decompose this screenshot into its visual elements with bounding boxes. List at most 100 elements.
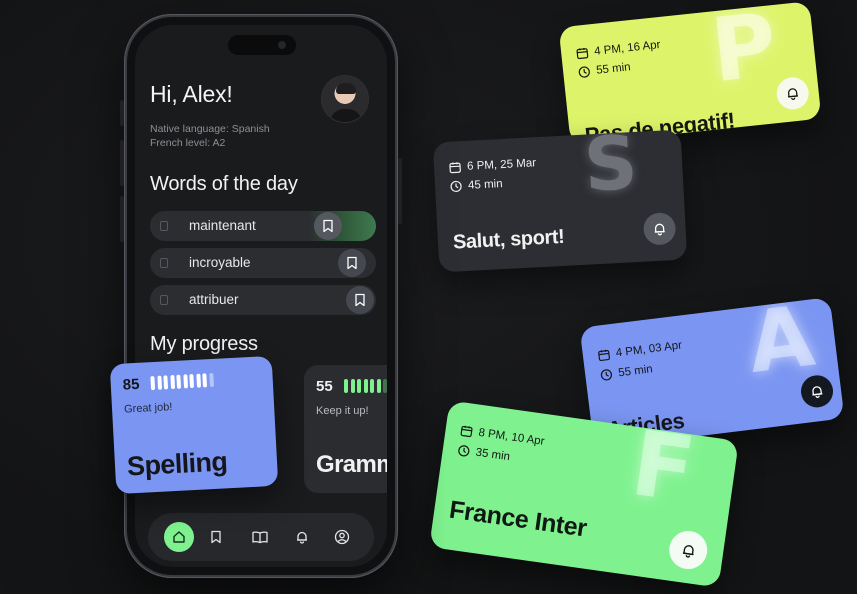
calendar-icon <box>460 424 474 438</box>
clock-icon <box>450 180 463 193</box>
greeting-title: Hi, Alex! <box>150 81 233 107</box>
letter-a-graphic: A <box>742 297 820 392</box>
bell-button[interactable] <box>775 75 811 111</box>
lesson-date-row: 4 PM, 16 Apr <box>576 39 661 60</box>
bell-icon <box>809 384 825 400</box>
letter-p-graphic: P <box>706 1 782 103</box>
progress-segment <box>202 373 208 388</box>
lesson-duration-row: 45 min <box>450 178 503 193</box>
words-section-title: Words of the day <box>150 173 298 195</box>
word-item[interactable]: maintenant <box>150 211 376 241</box>
lesson-title: France Inter <box>447 495 589 543</box>
lesson-card-salut-sport[interactable]: S 6 PM, 25 Mar 45 min Salut, sport! <box>432 129 688 273</box>
lesson-duration: 55 min <box>595 61 632 77</box>
word-item[interactable]: attribuer <box>150 285 376 315</box>
progress-segment <box>350 379 355 393</box>
bottom-nav <box>148 513 374 561</box>
progress-segment <box>156 375 162 390</box>
bookmark-button[interactable] <box>338 249 366 277</box>
checkbox-icon[interactable] <box>160 295 168 305</box>
letter-f-graphic: F <box>625 410 701 524</box>
canvas: A 4 PM, 03 Apr 55 min Articles P 4 PM, 1… <box>0 0 857 594</box>
progress-segment <box>163 375 169 390</box>
lesson-duration: 35 min <box>474 446 511 464</box>
bookmark-icon <box>354 293 366 307</box>
bookmark-icon <box>346 256 358 270</box>
progress-bar <box>150 372 214 391</box>
bell-icon <box>652 221 667 236</box>
checkbox-icon[interactable] <box>160 221 168 231</box>
progress-segment <box>383 379 387 393</box>
lesson-duration: 55 min <box>617 363 654 380</box>
progress-segment <box>182 374 188 389</box>
bookmark-button[interactable] <box>314 212 342 240</box>
bookmark-button[interactable] <box>346 286 374 314</box>
lesson-title: Salut, sport! <box>452 225 565 254</box>
avatar[interactable] <box>321 75 369 123</box>
nav-home[interactable] <box>164 522 194 552</box>
checkbox-icon[interactable] <box>160 258 168 268</box>
lesson-date: 8 PM, 10 Apr <box>477 426 546 448</box>
clock-icon <box>578 65 591 78</box>
bell-icon <box>680 542 697 559</box>
nav-notifications[interactable] <box>287 522 317 552</box>
lesson-date: 6 PM, 25 Mar <box>466 157 537 173</box>
word-item[interactable]: incroyable <box>150 248 376 278</box>
native-language: Native language: Spanish <box>150 123 270 135</box>
bookmark-icon <box>210 530 222 544</box>
lesson-duration-row: 35 min <box>457 444 511 463</box>
progress-segment <box>363 379 368 393</box>
phone-frame: Hi, Alex! Native language: Spanish Frenc… <box>124 14 398 578</box>
french-level: French level: A2 <box>150 137 226 149</box>
lesson-duration-row: 55 min <box>600 363 654 381</box>
dynamic-island <box>228 35 296 55</box>
lesson-duration-row: 55 min <box>578 61 631 78</box>
progress-card-spelling[interactable]: 85 Great job! Spelling <box>109 355 279 495</box>
book-open-icon <box>252 530 268 544</box>
clock-icon <box>457 444 471 458</box>
bell-icon <box>295 530 309 544</box>
bell-button[interactable] <box>642 212 677 246</box>
nav-bookmarks[interactable] <box>201 522 231 552</box>
word-label: maintenant <box>189 218 256 233</box>
progress-segment <box>357 379 361 393</box>
progress-message: Keep it up! <box>316 405 369 417</box>
progress-segment <box>150 376 156 391</box>
lesson-date: 4 PM, 03 Apr <box>615 339 683 360</box>
bookmark-icon <box>322 219 334 233</box>
clock-icon <box>600 368 613 381</box>
word-label: attribuer <box>189 292 239 307</box>
progress-card-grammar[interactable]: 55 Keep it up! Grammar <box>304 365 387 493</box>
progress-score: 55 <box>316 378 333 395</box>
progress-segment <box>370 379 374 393</box>
progress-segment <box>176 374 182 389</box>
profile-icon <box>334 529 350 545</box>
progress-bar <box>344 379 387 393</box>
nav-library[interactable] <box>245 522 275 552</box>
bell-button[interactable] <box>666 528 710 572</box>
progress-segment <box>189 373 195 389</box>
lesson-date-row: 6 PM, 25 Mar <box>449 157 537 174</box>
progress-score: 85 <box>122 375 140 394</box>
lesson-date-row: 8 PM, 10 Apr <box>460 424 545 448</box>
progress-subject: Spelling <box>126 446 228 482</box>
letter-s-graphic: S <box>581 129 640 209</box>
progress-message: Great job! <box>123 401 173 416</box>
nav-profile[interactable] <box>327 522 357 552</box>
progress-subject: Grammar <box>316 451 387 478</box>
progress-segment <box>376 379 381 393</box>
lesson-card-pas-de-negatif[interactable]: P 4 PM, 16 Apr 55 min Pas de negatif! <box>558 1 822 145</box>
calendar-icon <box>597 348 611 362</box>
progress-segment <box>195 373 201 388</box>
progress-segment <box>208 372 214 388</box>
lesson-duration: 45 min <box>467 177 503 192</box>
lesson-date: 4 PM, 16 Apr <box>593 38 662 58</box>
calendar-icon <box>576 47 589 60</box>
phone-side-button <box>398 158 402 224</box>
calendar-icon <box>449 161 462 174</box>
bell-icon <box>785 86 800 101</box>
progress-segment <box>344 379 348 393</box>
home-icon <box>172 530 186 544</box>
progress-segment <box>169 374 175 390</box>
word-label: incroyable <box>189 255 251 270</box>
